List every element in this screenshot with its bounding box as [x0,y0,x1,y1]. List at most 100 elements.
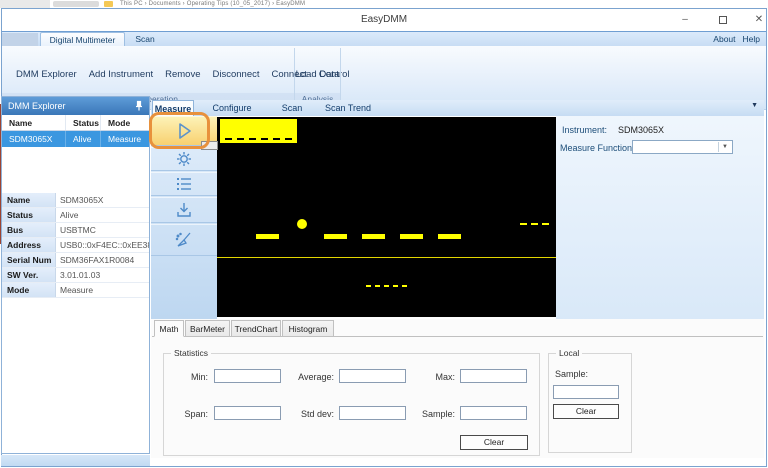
menubar: Digital Multimeter Scan About Help [2,31,766,46]
tab-math[interactable]: Math [154,320,184,337]
tab-scan-trend-chart[interactable]: Scan Trend Chart [317,100,379,116]
tab-configure-channels[interactable]: Configure Channels [197,100,267,116]
min-label: Min: [166,370,208,384]
span-label: Span: [166,407,208,421]
group-analysis: Load Data Analysis [295,48,341,108]
span-input[interactable] [214,406,281,420]
std-dev-input[interactable] [339,406,406,420]
max-input[interactable] [460,369,527,383]
row-status: Alive [66,131,101,147]
max-label: Max: [412,370,455,384]
pin-icon[interactable] [133,100,145,112]
list-icon [175,175,193,193]
row-mode: Measure [101,131,149,147]
measure-function-select[interactable]: ▼ [632,140,733,154]
dropdown-arrow-icon[interactable]: ▼ [718,142,731,152]
tab-histogram[interactable]: Histogram [282,320,334,336]
secondary-dash [384,285,389,287]
data-list-button[interactable] [151,172,217,196]
col-mode[interactable]: Mode [101,115,149,130]
local-clear-button[interactable]: Clear [553,404,619,419]
panel-bottom-strip [1,455,150,466]
prop-label: Bus [2,223,56,237]
average-input[interactable] [339,369,406,383]
reading-dash [362,234,385,239]
breadcrumb: This PC › Documents › Operating Tips (10… [120,0,305,8]
disconnect-button[interactable]: Disconnect [207,64,266,85]
instrument-list-header: Name Status Mode [2,115,149,131]
broom-icon [174,230,194,250]
local-group: Local Sample: Clear [548,353,632,453]
analysis-panel: Math BarMeter TrendChart Histogram Stati… [151,319,764,458]
background-toolbar-fragment [53,1,99,7]
property-row: Name SDM3065X [2,193,149,208]
background-block [0,0,50,8]
instrument-row-sdm3065x[interactable]: SDM3065X Alive Measure [2,131,149,147]
about-link[interactable]: About [713,34,735,44]
statistics-group: Statistics Min: Average: Max: Span: Std … [163,353,540,456]
average-label: Average: [286,370,334,384]
tab-barmeter[interactable]: BarMeter [185,320,230,336]
reading-decimal-dot [297,219,307,229]
secondary-dash [402,285,407,287]
property-row: SW Ver. 3.01.01.03 [2,268,149,283]
row-name: SDM3065X [2,131,66,147]
property-row: Address USB0::0xF4EC::0xEE38::... [2,238,149,253]
add-instrument-button[interactable]: Add Instrument [83,64,159,85]
prop-value: USB0::0xF4EC::0xEE38::... [60,238,149,252]
banner-dash [273,138,280,140]
property-row: Status Alive [2,208,149,223]
screen: This PC › Documents › Operating Tips (10… [0,0,768,468]
display-separator-line [217,257,556,258]
load-data-button[interactable]: Load Data [290,64,346,85]
prop-value: USBTMC [60,223,149,237]
tab-scan-data[interactable]: Scan Data [271,100,313,116]
local-sample-input[interactable] [553,385,619,399]
prop-value: SDM36FAX1R0084 [60,253,149,267]
banner-dash [285,138,292,140]
instrument-panel: Instrument: SDM3065X Measure Function ▼ [556,116,764,327]
sample-label: Sample: [412,407,455,421]
local-sample-label: Sample: [555,367,595,381]
statistics-group-label: Statistics [171,348,211,358]
dmm-explorer-button[interactable]: DMM Explorer [10,64,83,85]
panel-header: DMM Explorer [2,97,149,115]
minimize-button[interactable]: – [670,12,700,28]
measure-tabstrip: Measure Configure Channels Scan Data Sca… [151,100,764,116]
gear-icon [175,150,193,168]
reading-dash [438,234,461,239]
menu-right: About Help [706,32,760,47]
help-link[interactable]: Help [743,34,760,44]
tab-digital-multimeter[interactable]: Digital Multimeter [40,32,125,46]
unit-dash [542,223,549,225]
col-name[interactable]: Name [2,115,66,130]
math-tab-content: Statistics Min: Average: Max: Span: Std … [152,336,763,456]
panel-title: DMM Explorer [8,101,66,111]
window-title: EasyDMM [2,9,766,31]
property-row: Bus USBTMC [2,223,149,238]
prop-label: Serial Num [2,253,56,267]
banner-dash [249,138,256,140]
maximize-button[interactable] [708,12,738,28]
menu-stub [2,33,38,47]
display-banner [220,119,297,143]
tab-trendchart[interactable]: TrendChart [231,320,281,336]
tab-scan[interactable]: Scan [128,32,162,46]
tabstrip-overflow-icon[interactable]: ▼ [751,102,758,109]
close-button[interactable]: ✕ [744,12,768,28]
statistics-clear-button[interactable]: Clear [460,435,528,450]
prop-value: 3.01.01.03 [60,268,149,282]
sample-input[interactable] [460,406,527,420]
prop-label: Mode [2,283,56,297]
unit-dash [520,223,527,225]
remove-button[interactable]: Remove [159,64,206,85]
instrument-label: Instrument: [562,125,607,135]
min-input[interactable] [214,369,281,383]
banner-dash [237,138,244,140]
configure-button[interactable] [151,147,217,171]
col-status[interactable]: Status [66,115,101,130]
save-data-button[interactable] [151,197,217,223]
clear-button[interactable] [151,224,217,256]
reading-dash [256,234,279,239]
folder-icon [104,1,113,7]
